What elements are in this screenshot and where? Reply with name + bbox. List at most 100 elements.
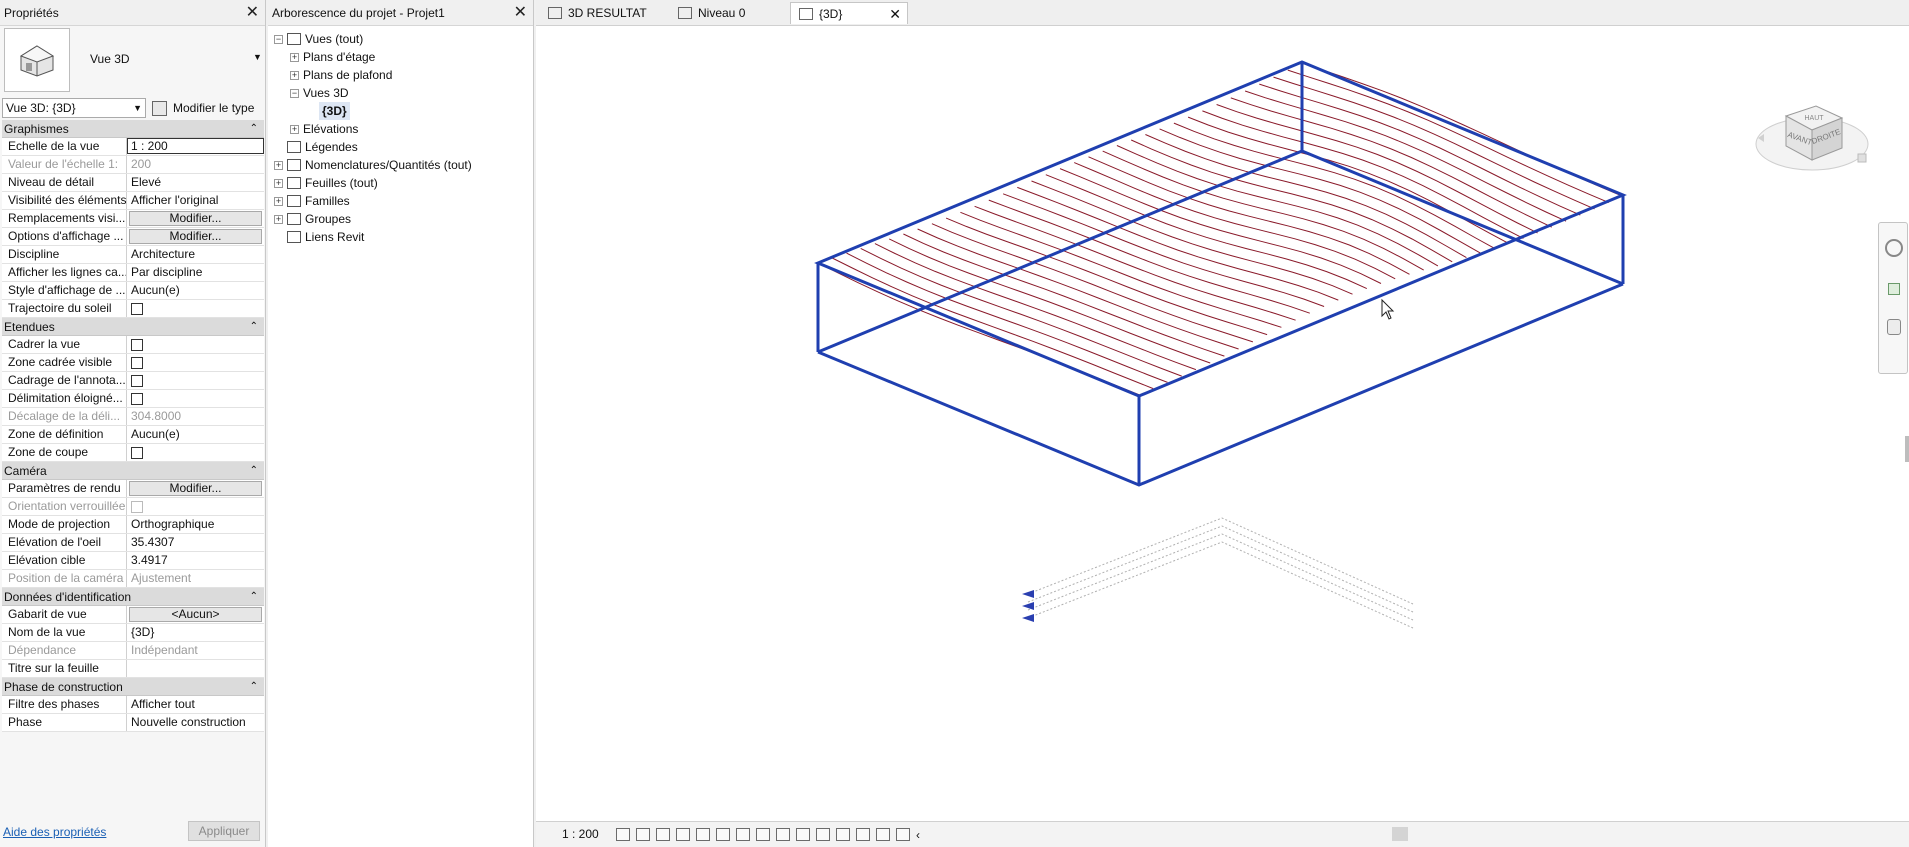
reveal-constraints-icon[interactable] xyxy=(896,828,910,841)
crop-view-icon[interactable] xyxy=(716,828,730,841)
browser-node[interactable]: Liens Revit xyxy=(274,228,364,246)
property-checkbox[interactable] xyxy=(131,339,143,351)
collapse-icon[interactable]: − xyxy=(274,34,283,44)
properties-section-header[interactable]: Etendues ⌃ xyxy=(2,318,264,336)
browser-node[interactable]: − Vues (tout) xyxy=(274,30,363,48)
property-edit-button[interactable]: Modifier... xyxy=(129,481,262,496)
type-image[interactable] xyxy=(4,28,70,92)
property-value[interactable]: Architecture xyxy=(127,246,264,263)
property-checkbox[interactable] xyxy=(131,393,143,405)
property-value[interactable]: Orthographique xyxy=(127,516,264,533)
render-icon[interactable] xyxy=(696,828,710,841)
close-icon[interactable]: ✕ xyxy=(514,0,527,26)
properties-section-header[interactable]: Graphismes ⌃ xyxy=(2,120,264,138)
expand-icon[interactable]: + xyxy=(274,214,283,224)
property-value xyxy=(127,444,264,461)
expand-icon[interactable]: + xyxy=(274,196,283,206)
view-scale[interactable]: 1 : 200 xyxy=(562,827,599,841)
browser-node[interactable]: + Plans de plafond xyxy=(290,66,392,84)
property-value[interactable]: Aucun(e) xyxy=(127,426,264,443)
expand-icon[interactable]: + xyxy=(290,52,299,62)
property-checkbox[interactable] xyxy=(131,303,143,315)
highlight-displacement-icon[interactable] xyxy=(856,828,870,841)
property-value[interactable] xyxy=(127,660,264,677)
browser-node[interactable]: {3D} xyxy=(306,102,350,120)
property-value[interactable]: Nouvelle construction xyxy=(127,714,264,731)
shadows-icon[interactable] xyxy=(676,828,690,841)
property-value xyxy=(127,372,264,389)
tab-3d-resultat[interactable]: 3D RESULTAT xyxy=(540,2,668,24)
steering-wheel-icon[interactable] xyxy=(1885,239,1903,257)
properties-title: Propriétés xyxy=(4,6,59,20)
show-crop-icon[interactable] xyxy=(736,828,750,841)
property-value[interactable]: 3.4917 xyxy=(127,552,264,569)
temporary-hide-icon[interactable] xyxy=(776,828,790,841)
property-value[interactable]: Aucun(e) xyxy=(127,282,264,299)
collapse-icon[interactable]: − xyxy=(290,88,299,98)
section-box[interactable] xyxy=(814,60,1627,487)
browser-node[interactable]: + Familles xyxy=(274,192,350,210)
properties-help-link[interactable]: Aide des propriétés xyxy=(3,825,106,839)
property-value[interactable]: {3D} xyxy=(127,624,264,641)
worksharing-icon[interactable] xyxy=(816,828,830,841)
close-icon[interactable]: ✕ xyxy=(889,3,901,25)
vertical-scrollbar[interactable] xyxy=(1905,436,1909,462)
tab-niveau-0[interactable]: Niveau 0 xyxy=(670,2,794,24)
browser-node-label: Légendes xyxy=(305,140,358,154)
tab-3d[interactable]: {3D} ✕ xyxy=(790,2,908,24)
close-icon[interactable]: ✕ xyxy=(246,0,259,26)
property-checkbox[interactable] xyxy=(131,375,143,387)
scale-input[interactable]: 1 : 200 xyxy=(127,138,264,154)
level-arrows-icon[interactable] xyxy=(1022,590,1034,622)
browser-node[interactable]: + Groupes xyxy=(274,210,351,228)
collapse-icon[interactable]: ⌃ xyxy=(250,462,258,480)
browser-node[interactable]: + Plans d'étage xyxy=(290,48,375,66)
expand-icon[interactable]: + xyxy=(274,178,283,188)
expand-icon[interactable]: + xyxy=(290,70,299,80)
zoom-icon[interactable] xyxy=(1888,283,1900,295)
property-row: Zone de définition Aucun(e) xyxy=(2,426,264,444)
pan-icon[interactable] xyxy=(1887,319,1901,335)
collapse-icon[interactable]: ⌃ xyxy=(250,678,258,696)
edit-type-button[interactable]: Modifier le type xyxy=(152,98,254,118)
browser-node[interactable]: Légendes xyxy=(274,138,358,156)
type-dropdown-icon[interactable]: ▼ xyxy=(253,52,262,62)
browser-node[interactable]: + Nomenclatures/Quantités (tout) xyxy=(274,156,472,174)
detail-level-icon[interactable] xyxy=(616,828,630,841)
property-edit-button[interactable]: <Aucun> xyxy=(129,607,262,622)
constraints-icon[interactable] xyxy=(876,828,890,841)
apply-button[interactable]: Appliquer xyxy=(188,821,260,841)
collapse-icon[interactable]: ⌃ xyxy=(250,588,258,606)
properties-section-header[interactable]: Caméra ⌃ xyxy=(2,462,264,480)
property-checkbox[interactable] xyxy=(131,447,143,459)
browser-node[interactable]: + Feuilles (tout) xyxy=(274,174,378,192)
expand-icon[interactable]: + xyxy=(290,124,299,134)
analytical-model-icon[interactable] xyxy=(836,828,850,841)
property-checkbox[interactable] xyxy=(131,357,143,369)
collapse-icon[interactable]: ⌃ xyxy=(250,318,258,336)
viewcube[interactable]: HAUT AVANT DROITE xyxy=(1746,78,1876,188)
visual-style-icon[interactable] xyxy=(636,828,650,841)
browser-node[interactable]: + Elévations xyxy=(290,120,358,138)
properties-section-header[interactable]: Phase de construction ⌃ xyxy=(2,678,264,696)
collapse-icon[interactable]: ⌃ xyxy=(250,120,258,138)
properties-section-header[interactable]: Données d'identification ⌃ xyxy=(2,588,264,606)
view-selector[interactable]: Vue 3D: {3D} ▼ xyxy=(2,98,146,118)
chevron-left-icon[interactable]: ‹ xyxy=(916,828,930,842)
property-value[interactable]: Par discipline xyxy=(127,264,264,281)
property-row: Position de la caméra Ajustement xyxy=(2,570,264,588)
browser-node[interactable]: − Vues 3D xyxy=(290,84,349,102)
property-value[interactable]: Elevé xyxy=(127,174,264,191)
sun-path-icon[interactable] xyxy=(656,828,670,841)
drawing-canvas[interactable]: HAUT AVANT DROITE xyxy=(536,26,1909,821)
unlocked-view-icon[interactable] xyxy=(756,828,770,841)
property-edit-button[interactable]: Modifier... xyxy=(129,211,262,226)
property-value: Ajustement xyxy=(131,571,192,585)
property-value[interactable]: Afficher tout xyxy=(127,696,264,713)
property-value[interactable]: 35.4307 xyxy=(127,534,264,551)
property-value[interactable]: Afficher l'original xyxy=(127,192,264,209)
expand-icon[interactable]: + xyxy=(274,160,283,170)
horizontal-scrollbar-thumb[interactable] xyxy=(1392,827,1408,841)
reveal-hidden-icon[interactable] xyxy=(796,828,810,841)
property-edit-button[interactable]: Modifier... xyxy=(129,229,262,244)
